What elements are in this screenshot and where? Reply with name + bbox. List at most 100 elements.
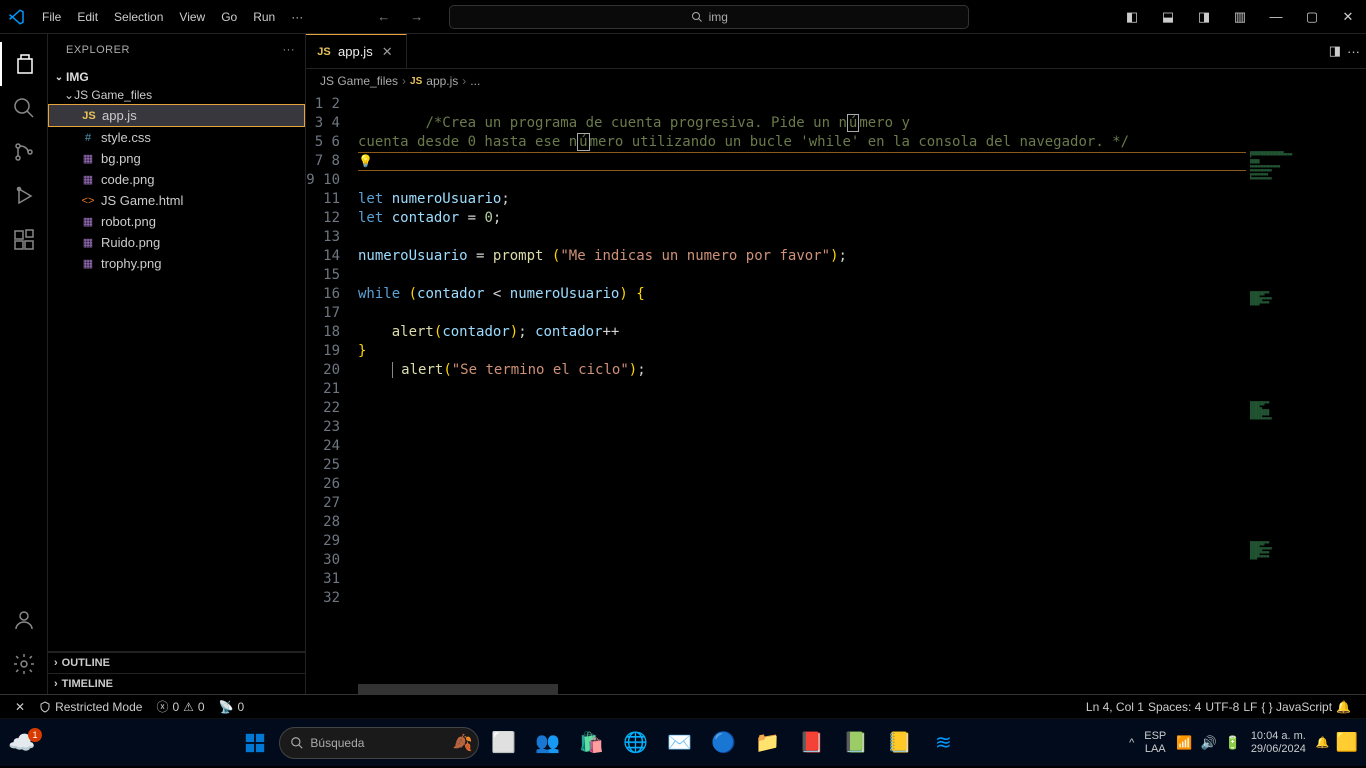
breadcrumb-file[interactable]: app.js — [426, 74, 458, 88]
status-problems[interactable]: ⓧ 0 ⚠ 0 — [149, 698, 211, 715]
mail-icon[interactable]: ✉️ — [659, 723, 699, 763]
menu-run[interactable]: Run — [245, 4, 283, 30]
file-ruido-png[interactable]: ▦Ruido.png — [48, 232, 305, 253]
status-eol[interactable]: LF — [1243, 700, 1257, 714]
status-notifications-icon[interactable]: 🔔 — [1336, 700, 1351, 714]
timeline-section[interactable]: ›TIMELINE — [48, 673, 305, 694]
tab-app-js[interactable]: JS app.js ✕ — [306, 34, 407, 68]
root-folder[interactable]: ⌄ IMG — [48, 68, 305, 86]
explorer-icon[interactable]: 📁 — [747, 723, 787, 763]
code-lines[interactable]: /*Crea un programa de cuenta progresiva.… — [358, 93, 1366, 694]
image-icon: ▦ — [80, 215, 96, 228]
battery-icon[interactable]: 🔋 — [1225, 735, 1241, 751]
volume-icon[interactable]: 🔊 — [1200, 735, 1216, 751]
taskview-icon[interactable]: ⬜ — [483, 723, 523, 763]
start-button[interactable] — [235, 723, 275, 763]
status-spaces[interactable]: Spaces: 4 — [1148, 700, 1201, 714]
activity-settings-icon[interactable] — [0, 642, 48, 686]
js-icon: JS — [410, 76, 422, 87]
breadcrumb-folder[interactable]: JS Game_files — [320, 74, 398, 88]
notifications-icon[interactable]: 🔔 — [1316, 736, 1330, 749]
menu-view[interactable]: View — [171, 4, 213, 30]
explorer-more-icon[interactable]: ··· — [283, 44, 296, 56]
menu-file[interactable]: File — [34, 4, 69, 30]
tabbar-actions: ◨ ··· — [1329, 34, 1366, 68]
editor-more-icon[interactable]: ··· — [1347, 44, 1360, 59]
sidebar-header: EXPLORER ··· — [48, 34, 305, 66]
window-close-icon[interactable]: ✕ — [1330, 0, 1366, 34]
subfolder[interactable]: ⌄ JS Game_files — [48, 86, 305, 104]
tab-close-icon[interactable]: ✕ — [379, 44, 396, 60]
file-trophy-png[interactable]: ▦trophy.png — [48, 253, 305, 274]
activity-extensions-icon[interactable] — [0, 218, 48, 262]
file-label: robot.png — [101, 214, 156, 229]
outline-section[interactable]: ›OUTLINE — [48, 652, 305, 673]
nav-back-icon[interactable]: ← — [371, 5, 396, 28]
vscode-logo-icon — [0, 8, 34, 26]
file-style-css[interactable]: #style.css — [48, 127, 305, 148]
code-editor[interactable]: 1 2 3 4 5 6 7 8 9 10 11 12 13 14 15 16 1… — [306, 93, 1366, 694]
store-icon[interactable]: 🛍️ — [571, 723, 611, 763]
status-cursor[interactable]: Ln 4, Col 1 — [1086, 700, 1144, 714]
minimap[interactable]: ████████████████████████████████████████… — [1246, 152, 1366, 694]
command-center-search[interactable]: img — [449, 5, 969, 29]
file-app-js[interactable]: JSapp.js — [48, 104, 305, 127]
split-editor-icon[interactable]: ◨ — [1329, 43, 1341, 59]
activity-scm-icon[interactable] — [0, 130, 48, 174]
image-icon: ▦ — [80, 257, 96, 270]
status-restricted[interactable]: Restricted Mode — [32, 700, 149, 714]
chevron-right-icon: › — [402, 74, 406, 88]
taskbar-weather[interactable]: ☁️ 1 — [8, 730, 35, 756]
menu-go[interactable]: Go — [213, 4, 245, 30]
breadcrumb[interactable]: JS Game_files › JS app.js › ... — [306, 69, 1366, 93]
status-language[interactable]: { } JavaScript — [1261, 700, 1332, 714]
port-count: 0 — [238, 700, 245, 714]
activity-search-icon[interactable] — [0, 86, 48, 130]
search-placeholder: Búsqueda — [310, 736, 364, 750]
lang-label: JavaScript — [1276, 700, 1332, 714]
activity-account-icon[interactable] — [0, 598, 48, 642]
status-encoding[interactable]: UTF-8 — [1205, 700, 1239, 714]
nav-forward-icon[interactable]: → — [404, 5, 429, 28]
file-label: JS Game.html — [101, 193, 183, 208]
pdf-icon[interactable]: 📕 — [791, 723, 831, 763]
window-minimize-icon[interactable]: — — [1258, 0, 1294, 34]
lang-line2: LAA — [1145, 743, 1166, 755]
breadcrumb-symbol[interactable]: ... — [470, 74, 480, 88]
window-maximize-icon[interactable]: ▢ — [1294, 0, 1330, 34]
notes-icon[interactable]: 📒 — [879, 723, 919, 763]
horizontal-scrollbar[interactable] — [358, 684, 558, 694]
layout-customize-icon[interactable]: ▥ — [1222, 0, 1258, 34]
wifi-icon[interactable]: 📶 — [1176, 735, 1192, 751]
layout-toggle-3-icon[interactable]: ◨ — [1186, 0, 1222, 34]
activity-debug-icon[interactable] — [0, 174, 48, 218]
tray-chevron-icon[interactable]: ^ — [1129, 737, 1134, 749]
teams-icon[interactable]: 👥 — [527, 723, 567, 763]
file-game-html[interactable]: <>JS Game.html — [48, 190, 305, 211]
file-bg-png[interactable]: ▦bg.png — [48, 148, 305, 169]
edge-icon[interactable]: 🌐 — [615, 723, 655, 763]
activity-bar — [0, 34, 48, 694]
menu-selection[interactable]: Selection — [106, 4, 171, 30]
tray-clock[interactable]: 10:04 a. m. 29/06/2024 — [1247, 730, 1310, 754]
layout-toggle-2-icon[interactable]: ⬓ — [1150, 0, 1186, 34]
tray-icons[interactable]: 📶 🔊 🔋 — [1176, 735, 1241, 751]
file-code-png[interactable]: ▦code.png — [48, 169, 305, 190]
search-text: img — [709, 10, 728, 24]
file-robot-png[interactable]: ▦ robot.png — [48, 211, 305, 232]
taskbar-search[interactable]: Búsqueda 🍂 — [279, 727, 479, 759]
tray-language[interactable]: ESP LAA — [1140, 730, 1170, 754]
chrome-icon[interactable]: 🔵 — [703, 723, 743, 763]
copilot-icon[interactable]: 🟨 — [1336, 732, 1358, 753]
vscode-taskbar-icon[interactable]: ≋ — [923, 723, 963, 763]
editor-area: JS app.js ✕ ◨ ··· JS Game_files › JS app… — [306, 34, 1366, 694]
subfolder-label: JS Game_files — [74, 88, 152, 102]
status-remote-icon[interactable]: ✕ — [8, 700, 32, 714]
menu-edit[interactable]: Edit — [69, 4, 106, 30]
excel-icon[interactable]: 📗 — [835, 723, 875, 763]
tab-label: app.js — [338, 44, 373, 59]
status-ports[interactable]: 📡 0 — [212, 700, 252, 714]
activity-explorer-icon[interactable] — [0, 42, 48, 86]
layout-toggle-1-icon[interactable]: ◧ — [1114, 0, 1150, 34]
menu-more[interactable]: ··· — [283, 4, 311, 30]
